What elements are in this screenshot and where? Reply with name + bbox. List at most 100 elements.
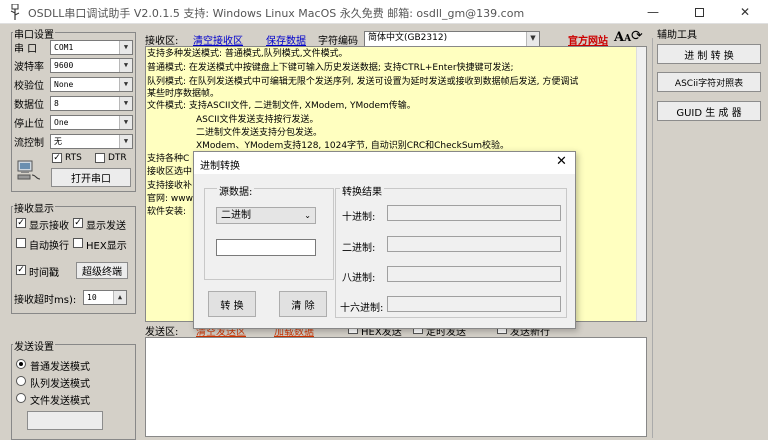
- spin-arrows-icon: ▲: [113, 291, 126, 304]
- super-terminal-button[interactable]: 超级终端: [76, 262, 128, 279]
- stopbits-label: 停止位: [14, 119, 44, 130]
- source-input[interactable]: [216, 239, 316, 256]
- recv-line: 支持多种发送模式: 普通模式,队列模式,文件模式。: [147, 49, 348, 59]
- chevron-down-icon: ▼: [119, 59, 132, 72]
- decimal-label: 十进制:: [342, 212, 376, 223]
- recv-scrollbar[interactable]: [636, 47, 646, 321]
- dialog-title: 进制转换: [200, 161, 240, 172]
- convert-button[interactable]: 转 换: [208, 291, 256, 317]
- timeout-spinbox[interactable]: 10 ▲: [83, 290, 127, 305]
- source-group: [204, 188, 334, 280]
- databits-select[interactable]: 8 ▼: [50, 96, 133, 111]
- close-icon: ✕: [739, 5, 751, 19]
- recv-line: 某些时序数据帧。: [147, 89, 220, 99]
- minimize-button[interactable]: —: [630, 0, 676, 24]
- recv-line: 文件模式: 支持ASCII文件, 二进制文件, XModem, YModem传输…: [147, 101, 416, 111]
- rts-checkbox[interactable]: ✓: [52, 153, 62, 163]
- databits-label: 数据位: [14, 100, 44, 111]
- auto-newline-checkbox[interactable]: [16, 238, 26, 248]
- guid-generator-button[interactable]: GUID 生 成 器: [657, 101, 761, 121]
- dialog-title-bar[interactable]: [194, 152, 575, 174]
- chevron-down-icon: ▼: [119, 41, 132, 54]
- base-convert-button[interactable]: 进 制 转 换: [657, 44, 761, 64]
- recv-line: 软件安装:: [147, 207, 187, 217]
- port-label: 串 口: [14, 44, 38, 55]
- recv-display-title: 接收显示: [13, 200, 55, 215]
- encoding-select[interactable]: 简体中文(GB2312) ▼: [364, 31, 540, 47]
- font-size-icon[interactable]: AA: [614, 30, 631, 45]
- octal-output[interactable]: [387, 266, 561, 282]
- queue-mode-label: 队列发送模式: [30, 379, 90, 390]
- minimize-icon: —: [647, 5, 659, 19]
- send-textarea[interactable]: [145, 337, 647, 437]
- show-recv-label: 显示接收: [29, 221, 69, 232]
- rts-label: RTS: [65, 153, 82, 163]
- tools-panel: [652, 38, 766, 438]
- show-send-label: 显示发送: [86, 221, 126, 232]
- timestamp-checkbox[interactable]: ✓: [16, 265, 26, 275]
- decimal-output[interactable]: [387, 205, 561, 221]
- dtr-label: DTR: [108, 153, 127, 163]
- chevron-down-icon: ⌄: [304, 211, 311, 220]
- chevron-down-icon: ▼: [119, 116, 132, 129]
- recv-line: 二进制文件发送支持分包发送。: [196, 128, 323, 138]
- save-data-link[interactable]: 保存数据: [266, 32, 306, 47]
- parity-label: 校验位: [14, 81, 44, 92]
- timestamp-label: 时间戳: [29, 268, 59, 279]
- timeout-label: 接收超时ms):: [14, 295, 77, 306]
- chevron-down-icon: ▼: [119, 78, 132, 91]
- chevron-down-icon: ▼: [526, 32, 539, 46]
- refresh-icon[interactable]: ⟳: [631, 28, 643, 44]
- title-bar[interactable]: OSDLL串口调试助手 V2.0.1.5 支持: Windows Linux M…: [0, 0, 768, 24]
- hex-display-label: HEX显示: [86, 241, 127, 252]
- serial-settings-title: 串口设置: [13, 26, 55, 41]
- show-send-checkbox[interactable]: ✓: [73, 218, 83, 228]
- base-convert-dialog[interactable]: 进制转换 ✕ 源数据: 二进制 ⌄ 转 换 清 除 转换结果 十进制: 二进制: …: [193, 151, 576, 329]
- recv-line: 官网: www: [147, 194, 193, 204]
- flow-label: 流控制: [14, 138, 44, 149]
- chevron-down-icon: ▼: [119, 135, 132, 148]
- encoding-label: 字符编码: [318, 36, 358, 47]
- normal-mode-radio[interactable]: [16, 359, 26, 369]
- recv-line: 支持各种C: [147, 154, 190, 164]
- stopbits-select[interactable]: One ▼: [50, 115, 133, 130]
- port-select[interactable]: COM1 ▼: [50, 40, 133, 55]
- recv-line: 普通模式: 在发送模式中按键盘上下键可输入历史发送数据; 支持CTRL+Ente…: [147, 63, 514, 73]
- queue-mode-radio[interactable]: [16, 376, 26, 386]
- source-label: 源数据:: [217, 183, 255, 198]
- recv-line: 支持接收补: [147, 181, 193, 191]
- send-area-label: 发送区:: [145, 327, 179, 338]
- close-button[interactable]: ✕: [722, 0, 768, 24]
- octal-label: 八进制:: [342, 273, 376, 284]
- ascii-table-button[interactable]: ASCii字符对照表: [657, 72, 761, 92]
- open-port-button[interactable]: 打开串口: [51, 168, 131, 187]
- show-recv-checkbox[interactable]: ✓: [16, 218, 26, 228]
- recv-area-label: 接收区:: [145, 36, 179, 47]
- maximize-icon: [694, 7, 704, 17]
- baud-select[interactable]: 9600 ▼: [50, 58, 133, 73]
- dtr-checkbox[interactable]: [95, 153, 105, 163]
- recv-line: 队列模式: 在队列发送模式中可编辑无限个发送序列, 发送可设置为延时发送或接收到…: [147, 77, 579, 87]
- parity-select[interactable]: None ▼: [50, 77, 133, 92]
- chevron-down-icon: ▼: [119, 97, 132, 110]
- send-settings-title: 发送设置: [13, 338, 55, 353]
- file-mode-radio[interactable]: [16, 393, 26, 403]
- maximize-button[interactable]: [676, 0, 722, 24]
- hex-display-checkbox[interactable]: [73, 238, 83, 248]
- send-mode-button[interactable]: [27, 411, 103, 430]
- dialog-close-icon[interactable]: ✕: [556, 154, 567, 169]
- normal-mode-label: 普通发送模式: [30, 362, 90, 373]
- flow-select[interactable]: 无 ▼: [50, 134, 133, 149]
- website-link[interactable]: 官方网站: [568, 32, 608, 47]
- usb-icon: [10, 4, 20, 20]
- clear-recv-link[interactable]: 清空接收区: [193, 32, 243, 47]
- file-mode-label: 文件发送模式: [30, 396, 90, 407]
- clear-button[interactable]: 清 除: [279, 291, 327, 317]
- baud-label: 波特率: [14, 62, 44, 73]
- hex-output[interactable]: [387, 296, 561, 312]
- binary-output[interactable]: [387, 236, 561, 252]
- result-label: 转换结果: [340, 183, 384, 198]
- hex-label: 十六进制:: [340, 303, 384, 314]
- source-type-select[interactable]: 二进制 ⌄: [216, 207, 316, 224]
- binary-label: 二进制:: [342, 243, 376, 254]
